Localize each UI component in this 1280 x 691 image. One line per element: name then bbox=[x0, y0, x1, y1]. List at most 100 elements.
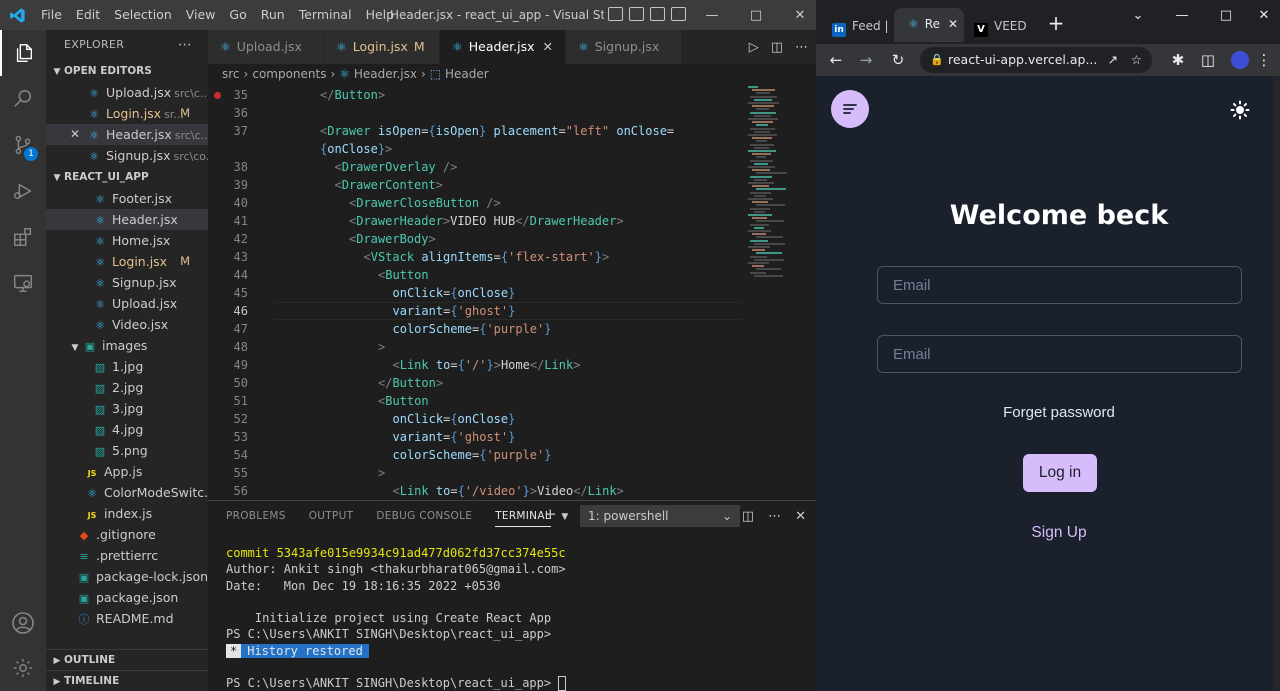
split-editor-icon[interactable]: ◫ bbox=[771, 40, 783, 55]
more-actions-icon[interactable]: ⋯ bbox=[178, 30, 192, 60]
open-editor-item[interactable]: ✕ ⚛ Header.jsx src\c... bbox=[46, 124, 208, 145]
close-window-icon[interactable]: ✕ bbox=[1242, 0, 1280, 30]
maximize-icon[interactable]: □ bbox=[734, 0, 778, 30]
accounts-icon[interactable] bbox=[0, 600, 46, 646]
file-tree-item[interactable]: JS App.js bbox=[46, 461, 208, 482]
forward-icon[interactable]: → bbox=[854, 44, 878, 76]
address-bar[interactable]: 🔒 react-ui-app.vercel.ap... ↗ ☆ bbox=[920, 47, 1152, 73]
menu-edit[interactable]: Edit bbox=[69, 0, 107, 30]
close-icon[interactable]: ✕ bbox=[70, 124, 80, 145]
open-editor-item[interactable]: ⚛ Upload.jsx src\c... bbox=[46, 82, 208, 103]
file-tree-item[interactable]: ⚛ Header.jsx bbox=[46, 209, 208, 230]
minimize-icon[interactable]: — bbox=[1160, 0, 1204, 30]
minimap[interactable] bbox=[748, 86, 812, 286]
tab-login-jsx[interactable]: ⚛ Login.jsx M bbox=[324, 30, 440, 64]
file-tree-item[interactable]: ≡ .prettierrc bbox=[46, 545, 208, 566]
source-control-icon[interactable]: 1 bbox=[0, 122, 46, 168]
bookmark-star-icon[interactable]: ☆ bbox=[1131, 47, 1142, 73]
folder-images[interactable]: ▼ ▣ images bbox=[46, 335, 208, 356]
menu-terminal[interactable]: Terminal bbox=[292, 0, 359, 30]
panel-tab-output[interactable]: OUTPUT bbox=[309, 510, 354, 522]
run-code-icon[interactable]: ▷ bbox=[749, 40, 759, 55]
tab-upload-jsx[interactable]: ⚛ Upload.jsx bbox=[208, 30, 324, 64]
color-mode-toggle[interactable] bbox=[1230, 100, 1250, 120]
search-icon[interactable] bbox=[0, 76, 46, 122]
forget-password-link[interactable]: Forget password bbox=[816, 404, 1280, 421]
explorer-icon[interactable] bbox=[0, 30, 46, 76]
menu-run[interactable]: Run bbox=[254, 0, 292, 30]
side-panel-icon[interactable]: ◫ bbox=[1196, 44, 1220, 76]
file-tree-item[interactable]: ◆ .gitignore bbox=[46, 524, 208, 545]
menu-view[interactable]: View bbox=[179, 0, 223, 30]
close-window-icon[interactable]: ✕ bbox=[778, 0, 816, 30]
split-terminal-icon[interactable]: ◫ bbox=[742, 509, 754, 524]
breadcrumb-item[interactable]: Header bbox=[445, 67, 489, 81]
more-actions-icon[interactable]: ⋯ bbox=[795, 40, 808, 55]
toggle-secondary-sidebar-icon[interactable] bbox=[650, 7, 665, 21]
file-tree-item[interactable]: ▨ 5.png bbox=[46, 440, 208, 461]
file-tree-item[interactable]: ⚛ ColorModeSwitc... bbox=[46, 482, 208, 503]
new-tab-icon[interactable]: + bbox=[1034, 8, 1078, 38]
manage-gear-icon[interactable] bbox=[0, 645, 46, 691]
file-tree-item[interactable]: ▨ 4.jpg bbox=[46, 419, 208, 440]
breadcrumb-item[interactable]: Header.jsx bbox=[354, 67, 417, 81]
file-tree-item[interactable]: ⚛ Footer.jsx bbox=[46, 188, 208, 209]
signup-link[interactable]: Sign Up bbox=[816, 524, 1280, 542]
file-tree-item[interactable]: ▨ 3.jpg bbox=[46, 398, 208, 419]
page-scrollbar[interactable] bbox=[1273, 76, 1280, 691]
open-editor-item[interactable]: ⚛ Signup.jsxsrc\co... bbox=[46, 145, 208, 166]
panel-tab-terminal[interactable]: TERMINAL bbox=[495, 506, 551, 527]
login-button[interactable]: Log in bbox=[1023, 454, 1097, 492]
terminal-select[interactable]: 1: powershell ⌄ bbox=[580, 505, 740, 527]
close-tab-icon[interactable]: ✕ bbox=[948, 17, 958, 31]
tab-search-icon[interactable]: ⌄ bbox=[1116, 0, 1160, 30]
reload-icon[interactable]: ↻ bbox=[886, 44, 910, 76]
file-tree-item[interactable]: JS index.js bbox=[46, 503, 208, 524]
open-editors-section[interactable]: ▼ OPEN EDITORS bbox=[46, 60, 208, 82]
hamburger-menu-button[interactable] bbox=[831, 90, 869, 128]
extensions-icon[interactable] bbox=[0, 214, 46, 260]
file-tree-item[interactable]: ▨ 2.jpg bbox=[46, 377, 208, 398]
remote-explorer-icon[interactable] bbox=[0, 260, 46, 306]
email-input[interactable] bbox=[877, 266, 1242, 304]
code-editor[interactable]: 35 </Button> 36 37 <Drawer isOpen={isOpen} p… bbox=[208, 86, 748, 500]
file-tree-item[interactable]: ⚛ Upload.jsx bbox=[46, 293, 208, 314]
close-panel-icon[interactable]: ✕ bbox=[795, 509, 806, 524]
panel-tab-debug-console[interactable]: DEBUG CONSOLE bbox=[376, 510, 472, 522]
open-editor-item[interactable]: ⚛ Login.jsx sr... M bbox=[46, 103, 208, 124]
timeline-section[interactable]: ▶ TIMELINE bbox=[46, 670, 208, 691]
file-tree-item[interactable]: ⚛ Signup.jsx bbox=[46, 272, 208, 293]
share-icon[interactable]: ↗ bbox=[1108, 47, 1118, 73]
panel-tab-problems[interactable]: PROBLEMS bbox=[226, 510, 286, 522]
terminal-output[interactable]: commit 5343afe015e9934c91ad477d062fd37cc… bbox=[226, 545, 567, 691]
close-tab-icon[interactable]: ✕ bbox=[543, 39, 553, 54]
file-tree-item[interactable]: ⚛ Login.jsx M bbox=[46, 251, 208, 272]
minimize-icon[interactable]: — bbox=[690, 0, 734, 30]
breadcrumb-item[interactable]: components bbox=[252, 67, 326, 81]
chrome-menu-icon[interactable]: ⋮ bbox=[1252, 44, 1276, 76]
extensions-puzzle-icon[interactable]: ✱ bbox=[1166, 44, 1190, 76]
run-debug-icon[interactable] bbox=[0, 168, 46, 214]
toggle-panel-icon[interactable] bbox=[629, 7, 644, 21]
tab-header-jsx[interactable]: ⚛ Header.jsx ✕ bbox=[440, 30, 566, 64]
file-tree-item[interactable]: ⚛ Video.jsx bbox=[46, 314, 208, 335]
tab-linkedin[interactable]: in Feed | bbox=[818, 10, 890, 44]
menu-selection[interactable]: Selection bbox=[107, 0, 179, 30]
back-icon[interactable]: ← bbox=[824, 44, 848, 76]
menu-file[interactable]: File bbox=[34, 0, 69, 30]
password-input[interactable] bbox=[877, 335, 1242, 373]
project-section[interactable]: ▼ REACT_UI_APP bbox=[46, 166, 208, 188]
tab-react-app[interactable]: ⚛ Re ✕ bbox=[894, 8, 964, 42]
customize-layout-icon[interactable] bbox=[671, 7, 686, 21]
breadcrumb-item[interactable]: src bbox=[222, 67, 240, 81]
file-tree-item[interactable]: ⚛ Home.jsx bbox=[46, 230, 208, 251]
file-tree-item[interactable]: ▣ package.json bbox=[46, 587, 208, 608]
outline-section[interactable]: ▶ OUTLINE bbox=[46, 649, 208, 670]
new-terminal-icon[interactable]: + ▼ bbox=[544, 505, 568, 523]
menu-go[interactable]: Go bbox=[222, 0, 253, 30]
toggle-primary-sidebar-icon[interactable] bbox=[608, 7, 623, 21]
tab-veed[interactable]: V VEED bbox=[960, 10, 1036, 44]
file-tree-item[interactable]: ⓘ README.md bbox=[46, 608, 208, 629]
file-tree-item[interactable]: ▨ 1.jpg bbox=[46, 356, 208, 377]
profile-avatar-icon[interactable] bbox=[1228, 44, 1252, 76]
